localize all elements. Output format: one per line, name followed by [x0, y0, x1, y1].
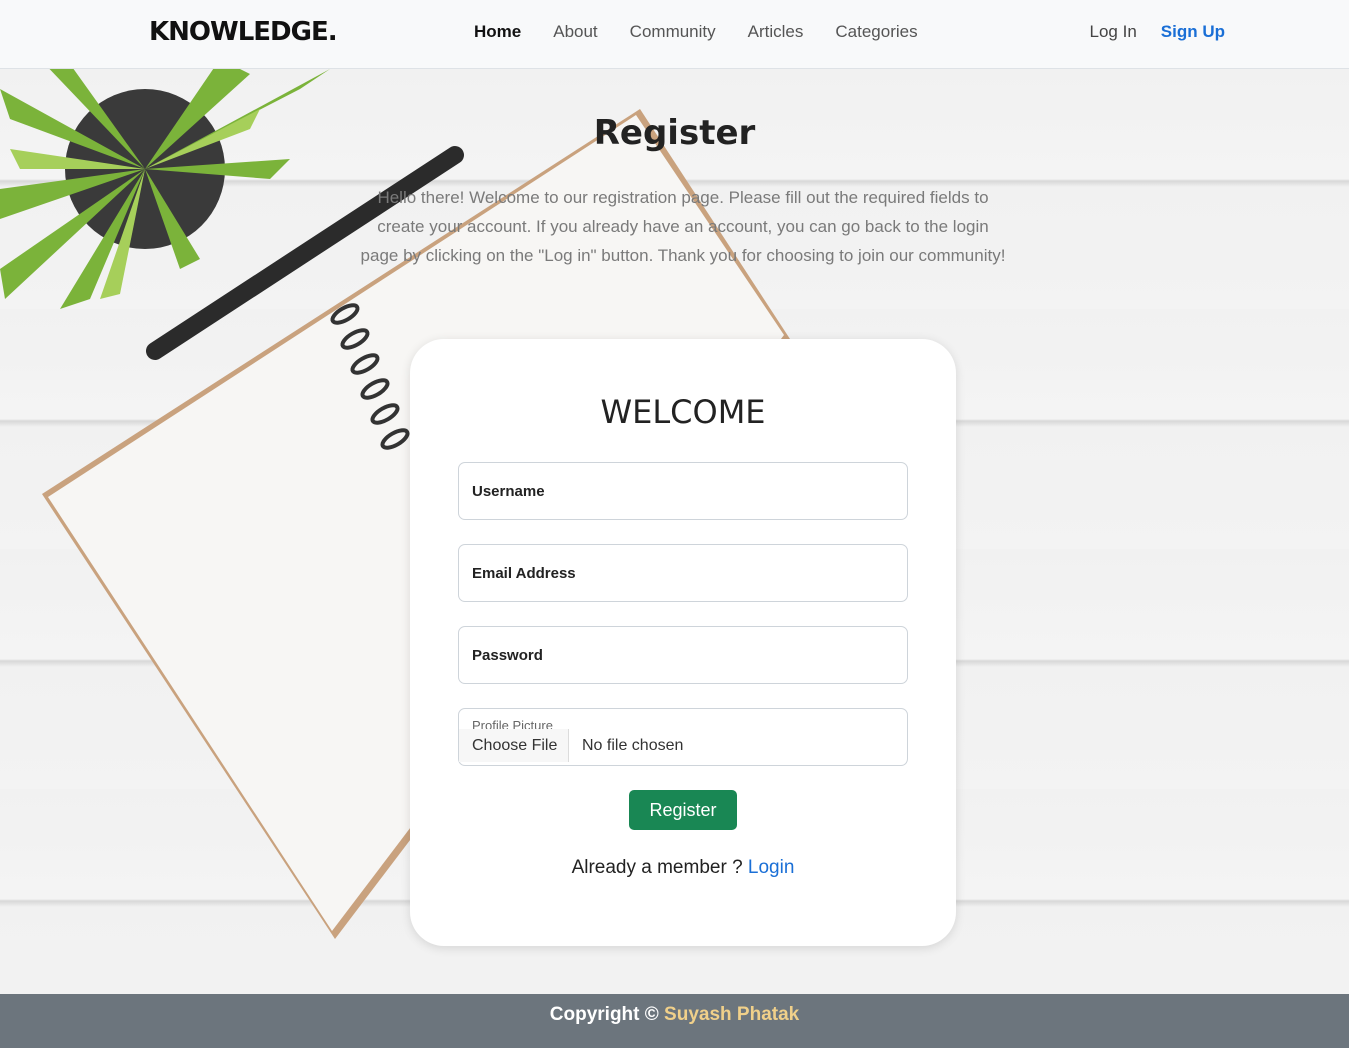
nav-links: Home About Community Articles Categories — [474, 22, 918, 42]
login-link-bottom[interactable]: Login — [748, 857, 795, 878]
page-title: Register — [593, 113, 756, 153]
register-card: WELCOME Username Email Address Password … — [410, 339, 956, 946]
nav-home[interactable]: Home — [474, 22, 521, 42]
member-text: Already a member ? Login — [410, 857, 956, 879]
nav-categories[interactable]: Categories — [835, 22, 917, 42]
copyright-text: Copyright © — [549, 1004, 659, 1025]
file-name-text: No file chosen — [582, 737, 684, 754]
username-field[interactable]: Username — [458, 462, 908, 520]
nav-about[interactable]: About — [553, 22, 597, 42]
member-prompt: Already a member ? — [571, 857, 743, 878]
profile-picture-field: Profile Picture Choose File No file chos… — [458, 708, 908, 766]
login-link[interactable]: Log In — [1090, 22, 1137, 42]
register-button[interactable]: Register — [629, 790, 737, 830]
email-field[interactable]: Email Address — [458, 544, 908, 602]
brand-logo[interactable]: KNOWLEDGE. — [149, 17, 338, 47]
signup-link[interactable]: Sign Up — [1161, 22, 1225, 42]
page-description: Hello there! Welcome to our registration… — [360, 188, 1006, 265]
username-label: Username — [472, 483, 545, 500]
copyright-author: Suyash Phatak — [664, 1004, 800, 1025]
choose-file-button[interactable]: Choose File — [459, 729, 569, 762]
welcome-heading: WELCOME — [600, 393, 766, 431]
navbar: KNOWLEDGE. Home About Community Articles… — [0, 0, 1349, 69]
password-field[interactable]: Password — [458, 626, 908, 684]
nav-articles[interactable]: Articles — [748, 22, 804, 42]
password-label: Password — [472, 647, 543, 664]
nav-community[interactable]: Community — [630, 22, 716, 42]
email-label: Email Address — [472, 565, 576, 582]
footer: Copyright © Suyash Phatak — [0, 994, 1349, 1048]
auth-links: Log In Sign Up — [1090, 22, 1225, 42]
